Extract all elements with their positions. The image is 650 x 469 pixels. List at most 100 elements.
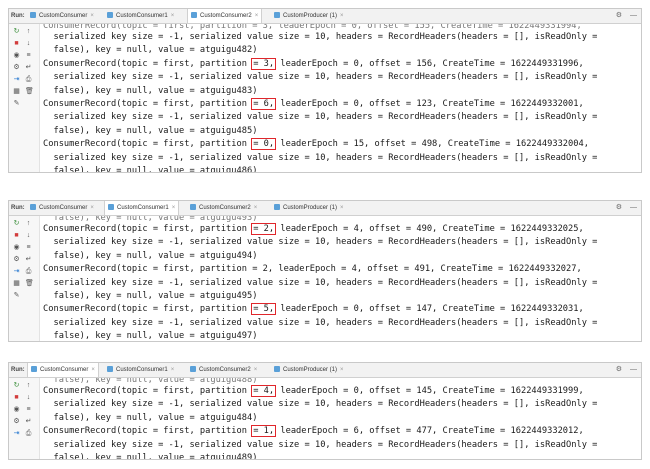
console-text: ConsumerRecord(topic = first, partition	[43, 224, 253, 234]
console-output[interactable]: false), key = null, value = atguigu493) C…	[43, 216, 635, 341]
console-text: leaderEpoch = 0, offset = 156, CreateTim…	[275, 58, 584, 69]
tab-2[interactable]: CustomConsumer2 ×	[187, 201, 260, 215]
soft-wrap-icon[interactable]: ↵	[25, 418, 32, 425]
wrap-icon[interactable]: ≡	[25, 406, 32, 413]
settings-icon[interactable]: ⚙	[13, 256, 20, 263]
tab-1[interactable]: CustomConsumer1 ×	[104, 9, 177, 23]
console-line: false), key = null, value = atguigu495)	[43, 290, 635, 303]
console-text: leaderEpoch = 0, offset = 147, CreateTim…	[275, 304, 584, 315]
tab-0[interactable]: CustomConsumer ×	[27, 9, 97, 23]
scroll-down-icon[interactable]: ↓	[25, 394, 32, 401]
settings-icon[interactable]: ⚙	[616, 12, 622, 19]
rerun-icon[interactable]: ↻	[13, 220, 20, 227]
wrap-icon[interactable]: ≡	[25, 52, 32, 59]
tab-1[interactable]: CustomConsumer1 ×	[104, 363, 177, 377]
camera-icon[interactable]: ◉	[13, 406, 20, 413]
close-icon[interactable]: ×	[91, 367, 95, 373]
tab-3[interactable]: CustomProducer (1) ×	[271, 363, 347, 377]
console-line: serialized key size = -1, serialized val…	[43, 31, 635, 44]
window-controls: ⚙ —	[610, 363, 637, 377]
console-line: ConsumerRecord(topic = first, partition …	[43, 385, 635, 398]
rerun-icon[interactable]: ↻	[13, 382, 20, 389]
stop-icon[interactable]: ■	[13, 40, 20, 47]
trash-icon[interactable]: 🗑	[25, 280, 34, 287]
settings-icon[interactable]: ⚙	[13, 418, 20, 425]
camera-icon[interactable]: ◉	[13, 244, 20, 251]
run-config-icon	[274, 12, 280, 18]
minimize-icon[interactable]: —	[630, 12, 637, 19]
scroll-up-icon[interactable]: ↑	[25, 220, 32, 227]
tab-3[interactable]: CustomProducer (1) ×	[271, 201, 347, 215]
scroll-down-icon[interactable]: ↓	[25, 40, 32, 47]
tab-2[interactable]: CustomConsumer2 ×	[187, 9, 263, 23]
scroll-down-icon[interactable]: ↓	[25, 232, 32, 239]
close-icon[interactable]: ×	[254, 205, 258, 211]
console-text: ConsumerRecord(topic = first, partition	[43, 139, 253, 150]
toolbar-gutter: ↻ ↑ ■ ↓ ◉ ≡ ⚙ ↵ ⇥ ⎙ ▦ 🗑 ✎	[9, 216, 40, 341]
wrap-icon[interactable]: ≡	[25, 244, 32, 251]
tab-label: CustomConsumer1	[116, 367, 168, 373]
tab-0[interactable]: CustomConsumer ×	[27, 201, 97, 215]
pin-icon[interactable]: ✎	[13, 100, 20, 107]
pin-icon[interactable]: ✎	[13, 292, 20, 299]
run-config-icon	[30, 12, 36, 18]
console-line: serialized key size = -1, serialized val…	[43, 152, 635, 165]
console-text: false), key = null, value = atguigu494)	[43, 250, 258, 261]
console-line: false), key = null, value = atguigu484)	[43, 412, 635, 425]
close-icon[interactable]: ×	[172, 205, 176, 211]
close-icon[interactable]: ×	[171, 367, 175, 373]
tab-label: CustomProducer (1)	[283, 367, 338, 373]
minimize-icon[interactable]: —	[630, 204, 637, 211]
tab-label: CustomConsumer1	[117, 205, 169, 211]
stop-icon[interactable]: ■	[13, 394, 20, 401]
exit-icon[interactable]: ⇥	[13, 268, 20, 275]
tab-label: CustomProducer (1)	[283, 13, 338, 19]
settings-icon[interactable]: ⚙	[13, 64, 20, 71]
close-icon[interactable]: ×	[340, 205, 344, 211]
tab-1[interactable]: CustomConsumer1 ×	[104, 201, 180, 215]
print-icon[interactable]: ⎙	[25, 430, 32, 437]
trash-icon[interactable]: 🗑	[25, 88, 34, 95]
console-line: serialized key size = -1, serialized val…	[43, 398, 635, 411]
close-icon[interactable]: ×	[340, 367, 344, 373]
scroll-up-icon[interactable]: ↑	[25, 382, 32, 389]
rerun-icon[interactable]: ↻	[13, 28, 20, 35]
layout-icon[interactable]: ▦	[13, 280, 20, 287]
console-line: ConsumerRecord(topic = first, partition …	[43, 425, 635, 438]
console-output[interactable]: ConsumerRecord(topic = first, partition …	[43, 24, 635, 172]
soft-wrap-icon[interactable]: ↵	[25, 64, 32, 71]
settings-icon[interactable]: ⚙	[616, 366, 622, 373]
close-icon[interactable]: ×	[340, 13, 344, 19]
close-icon[interactable]: ×	[171, 13, 175, 19]
tab-3[interactable]: CustomProducer (1) ×	[271, 9, 347, 23]
stop-icon[interactable]: ■	[13, 232, 20, 239]
close-icon[interactable]: ×	[255, 13, 259, 19]
layout-icon[interactable]: ▦	[13, 88, 20, 95]
console-text: ConsumerRecord(topic = first, partition	[43, 58, 253, 69]
run-config-icon	[274, 366, 280, 372]
console-line: ConsumerRecord(topic = first, partition …	[43, 263, 635, 276]
camera-icon[interactable]: ◉	[13, 52, 20, 59]
tab-2[interactable]: CustomConsumer2 ×	[187, 363, 260, 377]
tab-0[interactable]: CustomConsumer ×	[27, 363, 99, 377]
console-line: false), key = null, value = atguigu489)	[43, 452, 635, 459]
close-icon[interactable]: ×	[254, 367, 258, 373]
settings-icon[interactable]: ⚙	[616, 204, 622, 211]
exit-icon[interactable]: ⇥	[13, 430, 20, 437]
console-text: serialized key size = -1, serialized val…	[43, 399, 598, 410]
scroll-up-icon[interactable]: ↑	[25, 28, 32, 35]
console-line: serialized key size = -1, serialized val…	[43, 71, 635, 84]
console-text: false), key = null, value = atguigu493)	[43, 216, 258, 223]
soft-wrap-icon[interactable]: ↵	[25, 256, 32, 263]
print-icon[interactable]: ⎙	[25, 76, 32, 83]
minimize-icon[interactable]: —	[630, 366, 637, 373]
close-icon[interactable]: ×	[90, 13, 94, 19]
console-text: false), key = null, value = atguigu488)	[43, 378, 258, 385]
console-line: ConsumerRecord(topic = first, partition …	[43, 24, 635, 31]
print-icon[interactable]: ⎙	[25, 268, 32, 275]
console-output[interactable]: false), key = null, value = atguigu488) C…	[43, 378, 635, 459]
exit-icon[interactable]: ⇥	[13, 76, 20, 83]
toolbar-gutter: ↻ ↑ ■ ↓ ◉ ≡ ⚙ ↵ ⇥ ⎙ ▦ 🗑 ✎	[9, 24, 40, 172]
run-label: Run:	[11, 205, 25, 211]
close-icon[interactable]: ×	[90, 205, 94, 211]
